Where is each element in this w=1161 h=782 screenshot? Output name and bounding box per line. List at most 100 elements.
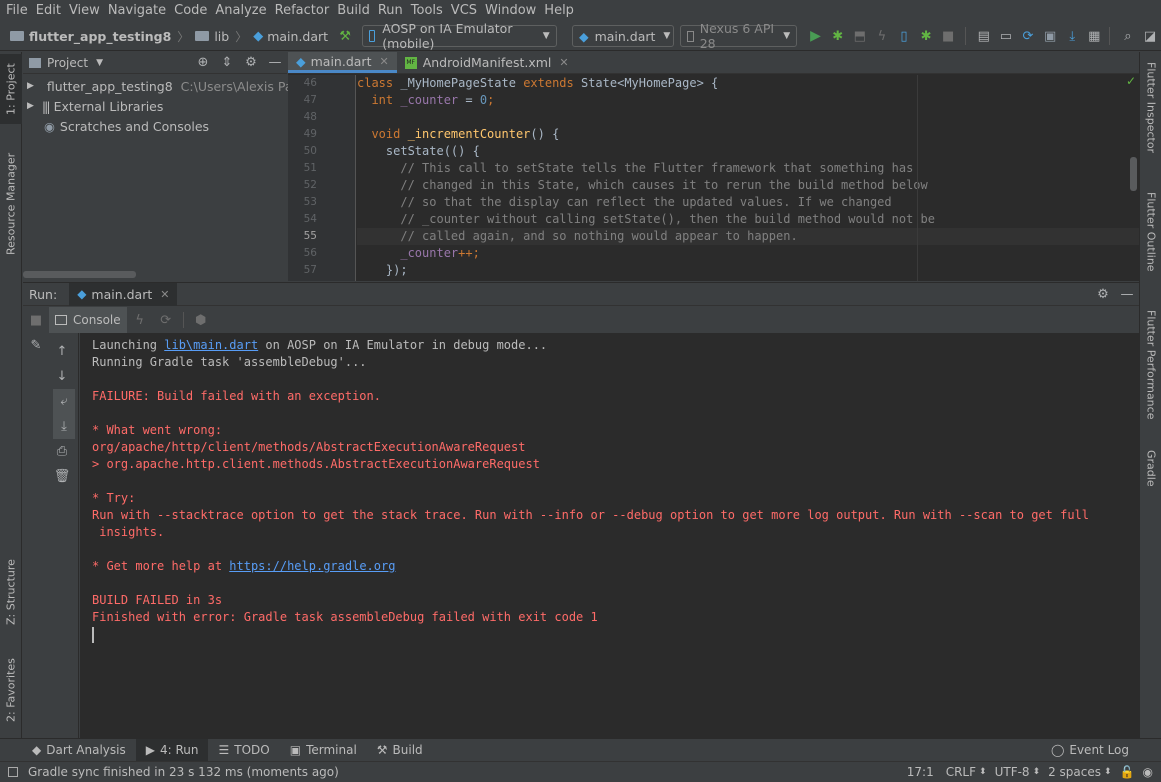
tab-resource-manager[interactable]: Resource Manager — [0, 144, 22, 264]
tab-project[interactable]: 1: Project — [0, 54, 22, 124]
avd-manager-icon[interactable]: ▣ — [1039, 25, 1061, 47]
status-message[interactable]: Gradle sync finished in 23 s 132 ms (mom… — [28, 765, 339, 779]
tab-favorites-label: 2: Favorites — [4, 658, 18, 722]
sync-gradle-icon[interactable]: ⟳ — [1017, 25, 1039, 47]
stop-icon[interactable]: ■ — [23, 308, 49, 333]
tab-main-dart[interactable]: ◆ main.dart ✕ — [288, 52, 397, 73]
menu-help[interactable]: Help — [540, 0, 578, 22]
chevron-right-icon[interactable]: ▶ — [27, 101, 34, 111]
inspector-icon[interactable]: ◉ — [1143, 765, 1153, 779]
lock-icon[interactable]: 🔓 — [1120, 765, 1135, 779]
breadcrumb-file[interactable]: ◆ main.dart — [249, 22, 332, 51]
tree-item-external-libraries[interactable]: ▶ ||| External Libraries — [23, 96, 287, 116]
tab-flutter-performance[interactable]: Flutter Performance — [1140, 310, 1161, 430]
check-icon: ✓ — [1126, 74, 1137, 88]
file-encoding[interactable]: UTF-8 — [995, 765, 1030, 779]
tab-dart-analysis[interactable]: ◆ Dart Analysis — [22, 739, 136, 762]
breadcrumb-project[interactable]: flutter_app_testing8 — [0, 22, 175, 51]
locate-icon[interactable]: ⊕ — [191, 52, 215, 74]
indent-setting[interactable]: 2 spaces — [1048, 765, 1101, 779]
line-separator[interactable]: CRLF — [946, 765, 976, 779]
run-tab-main-dart[interactable]: ◆ main.dart ✕ — [69, 282, 178, 306]
gear-icon[interactable]: ⚙ — [239, 52, 263, 74]
hot-reload-icon[interactable]: ϟ — [871, 25, 893, 47]
code-area[interactable]: class _MyHomePageState extends State<MyH… — [357, 75, 1139, 281]
collapse-icon[interactable]: ⇕ — [215, 52, 239, 74]
hot-restart-icon[interactable]: ⟳ — [153, 308, 179, 333]
tab-build[interactable]: ⚒ Build — [367, 739, 433, 762]
tab-todo[interactable]: ☰ TODO — [208, 739, 279, 762]
close-icon[interactable]: ✕ — [160, 288, 169, 301]
avd-selector[interactable]: Nexus 6 API 28 ▼ — [679, 21, 798, 51]
menu-vcs[interactable]: VCS — [447, 0, 481, 22]
tab-event-log[interactable]: ◯ Event Log — [1041, 739, 1139, 762]
scroll-to-end-icon[interactable]: ⤓ — [53, 414, 75, 439]
menu-edit[interactable]: Edit — [32, 0, 65, 22]
device-file-explorer-icon[interactable]: ▭ — [995, 25, 1017, 47]
tab-favorites[interactable]: 2: Favorites — [0, 650, 22, 730]
status-toggle-icon[interactable] — [8, 767, 18, 777]
tab-flutter-inspector[interactable]: Flutter Inspector — [1140, 62, 1161, 172]
device-selector[interactable]: AOSP on IA Emulator (mobile) ▼ — [362, 21, 557, 51]
sdk-manager-icon[interactable]: ⤓ — [1061, 25, 1083, 47]
line-number: 57 — [303, 264, 317, 276]
account-icon[interactable]: ◪ — [1139, 25, 1161, 47]
menu-file[interactable]: File — [2, 0, 32, 22]
horizontal-scrollbar[interactable] — [23, 271, 136, 278]
open-devtools-icon[interactable]: ⬢ — [188, 308, 214, 333]
tab-gradle[interactable]: Gradle — [1140, 450, 1161, 510]
run-config-selector[interactable]: ◆ main.dart ▼ — [571, 25, 674, 47]
chevron-right-icon[interactable]: ▶ — [27, 81, 34, 91]
minimize-icon[interactable]: — — [1115, 283, 1139, 305]
tab-flutter-outline[interactable]: Flutter Outline — [1140, 192, 1161, 302]
trash-icon[interactable]: 🗑 — [49, 464, 75, 489]
console-link[interactable]: https://help.gradle.org — [229, 559, 395, 573]
menu-window[interactable]: Window — [481, 0, 540, 22]
close-icon[interactable]: ✕ — [379, 55, 388, 68]
menu-run[interactable]: Run — [374, 0, 407, 22]
vertical-scrollbar[interactable] — [1130, 157, 1137, 191]
project-view-selector[interactable]: Project — [47, 56, 88, 70]
minimize-icon[interactable]: — — [263, 52, 287, 74]
tab-console[interactable]: Console — [49, 307, 127, 333]
caret-position[interactable]: 17:1 — [907, 765, 934, 779]
menu-analyze[interactable]: Analyze — [211, 0, 270, 22]
hot-reload-icon[interactable]: ϟ — [127, 308, 153, 333]
stop-icon[interactable]: ■ — [937, 25, 959, 47]
up-arrow-icon[interactable]: ↑ — [49, 339, 75, 364]
debug-icon[interactable]: ✱ — [827, 25, 849, 47]
tab-android-manifest[interactable]: MF AndroidManifest.xml ✕ — [397, 52, 577, 73]
breadcrumb-folder[interactable]: lib — [191, 22, 233, 51]
console-link[interactable]: lib\main.dart — [164, 338, 258, 352]
attach-debugger-icon[interactable]: ⬒ — [849, 25, 871, 47]
tab-run[interactable]: ▶ 4: Run — [135, 738, 209, 762]
layout-inspector-icon[interactable]: ▦ — [1083, 25, 1105, 47]
gear-icon[interactable]: ⚙ — [1091, 283, 1115, 305]
menu-code[interactable]: Code — [170, 0, 211, 22]
chevron-down-icon[interactable]: ▼ — [96, 58, 103, 68]
run-icon[interactable]: ▶ — [804, 25, 826, 47]
apply-changes-icon[interactable]: ▯ — [893, 25, 915, 47]
tab-structure[interactable]: Z: Structure — [0, 552, 22, 632]
pin-icon[interactable]: ✎ — [23, 333, 49, 358]
console-output[interactable]: Launching lib\main.dart on AOSP on IA Em… — [80, 333, 1139, 738]
tree-item-project[interactable]: ▶ flutter_app_testing8 C:\Users\Alexis P… — [23, 76, 317, 96]
breadcrumb-project-label: flutter_app_testing8 — [29, 28, 172, 44]
down-arrow-icon[interactable]: ↓ — [49, 364, 75, 389]
hammer-icon[interactable]: ⚒ — [334, 25, 356, 47]
menu-navigate[interactable]: Navigate — [104, 0, 170, 22]
print-icon[interactable]: ⎙ — [49, 439, 75, 464]
soft-wrap-icon[interactable]: ⤶ — [53, 389, 75, 414]
menu-view[interactable]: View — [65, 0, 104, 22]
menu-build[interactable]: Build — [333, 0, 374, 22]
menu-refactor[interactable]: Refactor — [271, 0, 334, 22]
search-icon[interactable]: ⌕ — [1117, 25, 1139, 47]
tree-item-scratches[interactable]: ◉ Scratches and Consoles — [23, 116, 287, 136]
project-structure-icon[interactable]: ▤ — [973, 25, 995, 47]
menu-tools[interactable]: Tools — [407, 0, 447, 22]
profile-icon[interactable]: ✱ — [915, 25, 937, 47]
tab-terminal[interactable]: ▣ Terminal — [280, 739, 367, 762]
close-icon[interactable]: ✕ — [559, 56, 568, 69]
